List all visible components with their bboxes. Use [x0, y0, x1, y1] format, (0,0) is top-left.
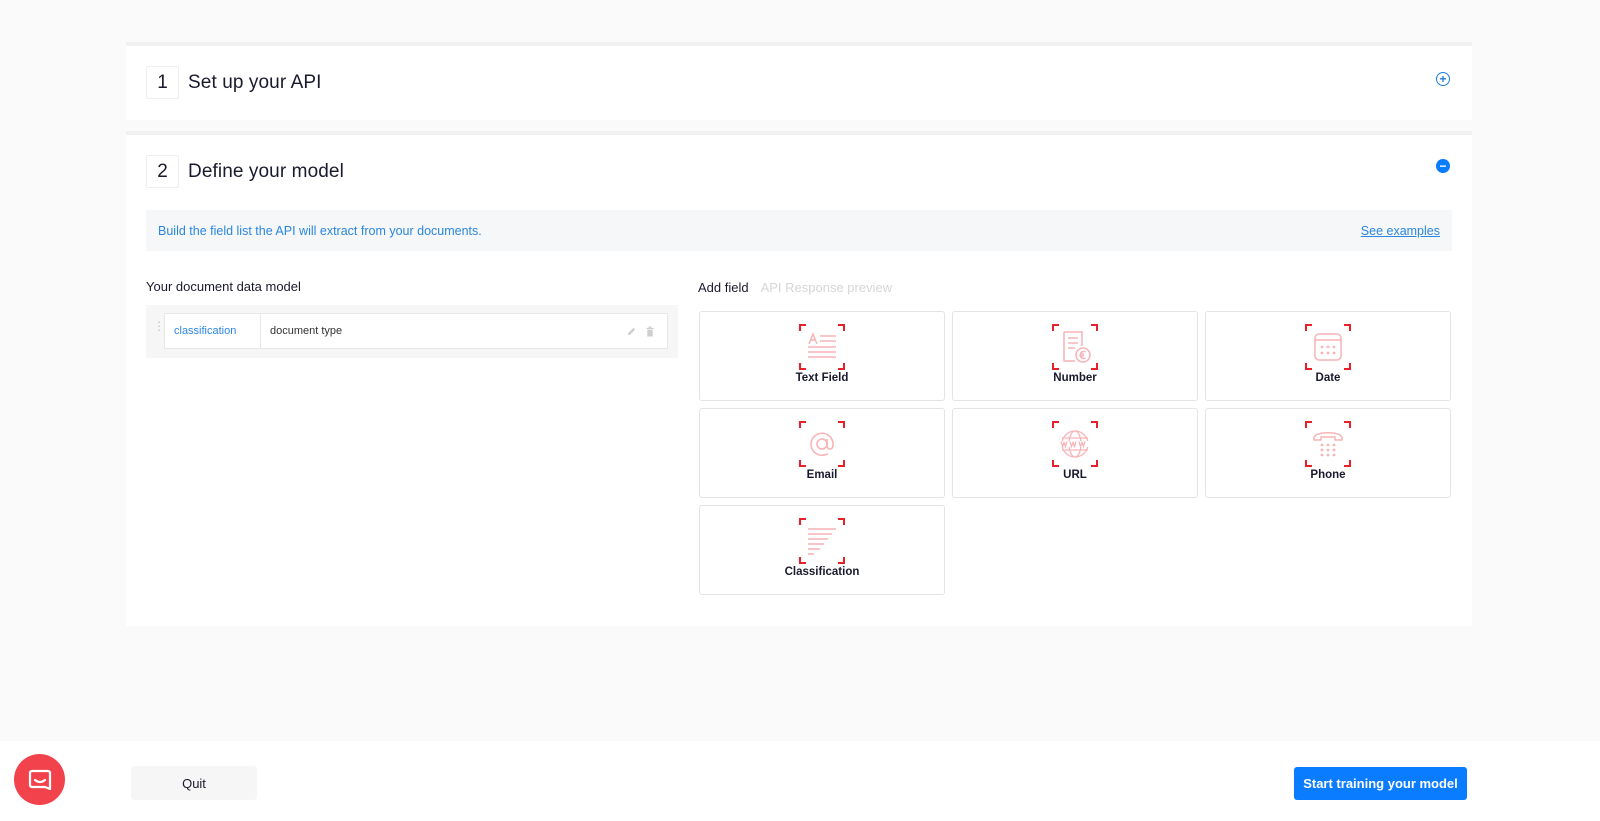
- info-banner: Build the field list the API will extrac…: [146, 210, 1452, 251]
- field-value: document type: [270, 325, 343, 337]
- step-header: 2 Define your model: [146, 155, 344, 188]
- field-type-label: Date: [1315, 372, 1341, 384]
- edit-pencil-icon[interactable]: [626, 326, 637, 337]
- text-field-icon: [799, 324, 845, 370]
- quit-button[interactable]: Quit: [131, 766, 257, 800]
- field-type-label: Text Field: [795, 372, 849, 384]
- calendar-icon: [1305, 324, 1351, 370]
- field-type-text-field[interactable]: Text Field: [699, 311, 945, 401]
- chat-bubble-icon: [28, 769, 51, 790]
- field-tabs: Add field API Response preview: [698, 280, 892, 295]
- classification-icon: [799, 518, 845, 564]
- drag-handle-icon[interactable]: ⋮: [153, 320, 165, 332]
- data-model-list: ⋮ classification document type: [146, 305, 678, 358]
- field-key: classification: [165, 314, 261, 348]
- step-define-model: 2 Define your model − Build the field li…: [126, 131, 1472, 626]
- field-type-label: Email: [806, 469, 838, 481]
- step-title: Define your model: [188, 160, 344, 182]
- field-type-phone[interactable]: Phone: [1205, 408, 1451, 498]
- step-number: 2: [146, 155, 179, 188]
- tab-api-response-preview[interactable]: API Response preview: [761, 280, 893, 295]
- field-type-date[interactable]: Date: [1205, 311, 1451, 401]
- field-type-email[interactable]: Email: [699, 408, 945, 498]
- chat-launcher-button[interactable]: [14, 754, 65, 805]
- field-type-number[interactable]: Number: [952, 311, 1198, 401]
- start-training-button[interactable]: Start training your model: [1294, 767, 1467, 800]
- data-model-label: Your document data model: [146, 279, 301, 294]
- globe-www-icon: [1052, 421, 1098, 467]
- number-icon: [1052, 324, 1098, 370]
- footer-bar: Quit Start training your model: [0, 741, 1600, 821]
- collapse-icon[interactable]: −: [1436, 159, 1450, 173]
- field-type-label: URL: [1063, 469, 1087, 481]
- see-examples-link[interactable]: See examples: [1361, 224, 1440, 238]
- step-set-up-api[interactable]: 1 Set up your API +: [126, 42, 1472, 120]
- model-field-row[interactable]: ⋮ classification document type: [153, 313, 668, 349]
- tab-add-field[interactable]: Add field: [698, 280, 749, 295]
- at-sign-icon: [799, 421, 845, 467]
- field-type-label: Number: [1053, 372, 1097, 384]
- expand-icon[interactable]: +: [1436, 72, 1450, 86]
- step-title: Set up your API: [188, 71, 322, 93]
- field-type-classification[interactable]: Classification: [699, 505, 945, 595]
- step-number: 1: [146, 66, 179, 99]
- row-actions: [626, 325, 667, 337]
- phone-icon: [1305, 421, 1351, 467]
- field-type-label: Classification: [784, 566, 860, 578]
- field-type-url[interactable]: URL: [952, 408, 1198, 498]
- field-type-grid: Text Field Number Date Email URL Phone C…: [699, 311, 1451, 595]
- trash-icon[interactable]: [645, 325, 655, 337]
- step-header: 1 Set up your API: [146, 66, 322, 99]
- banner-text: Build the field list the API will extrac…: [158, 223, 482, 238]
- field-type-label: Phone: [1310, 469, 1346, 481]
